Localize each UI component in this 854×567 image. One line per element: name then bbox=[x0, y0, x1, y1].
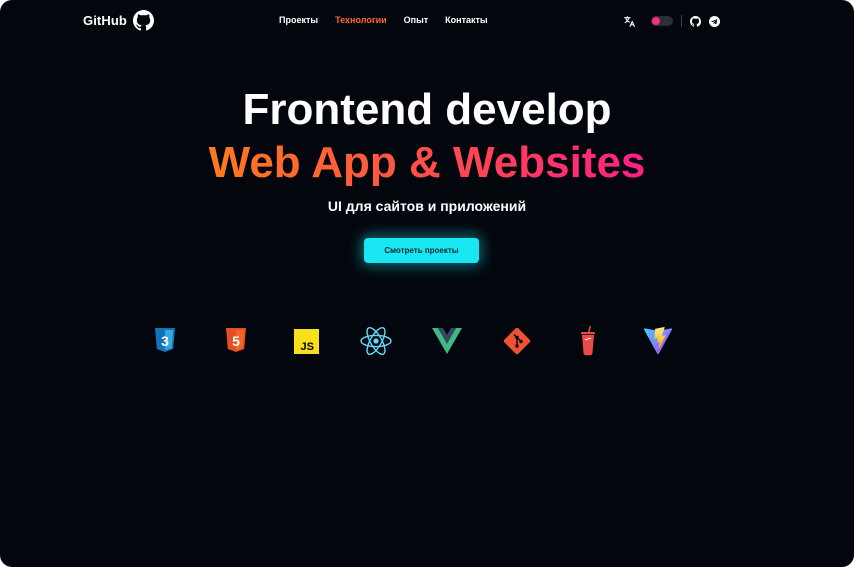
tech-stack-row: 3 5 JS bbox=[0, 323, 854, 359]
css3-icon-text: 3 bbox=[161, 333, 169, 349]
hero-gradient-title: Web App & Websites bbox=[0, 138, 854, 188]
nav-link-projects[interactable]: Проекты bbox=[279, 15, 318, 25]
logo-link[interactable]: GitHub bbox=[83, 10, 154, 31]
gulp-icon bbox=[581, 326, 595, 356]
hero-subtitle: UI для сайтов и приложений bbox=[327, 198, 527, 214]
tools-divider bbox=[681, 15, 682, 27]
tech-item-html: 5 bbox=[218, 323, 254, 359]
site-header: GitHub Проекты Технологии Опыт Контакты bbox=[0, 0, 854, 42]
hero-title: Frontend develop bbox=[242, 85, 612, 134]
app-window: GitHub Проекты Технологии Опыт Контакты bbox=[0, 0, 854, 567]
translate-icon[interactable] bbox=[623, 15, 636, 28]
view-projects-button[interactable]: Смотреть проекты bbox=[364, 238, 479, 263]
tech-item-gulp bbox=[570, 323, 606, 359]
logo-text: GitHub bbox=[83, 13, 127, 28]
vue-icon bbox=[432, 328, 462, 354]
toggle-knob bbox=[652, 17, 660, 25]
theme-toggle[interactable] bbox=[651, 16, 673, 26]
html5-icon-text: 5 bbox=[232, 333, 240, 349]
tech-item-git bbox=[499, 323, 535, 359]
vite-icon bbox=[643, 326, 673, 355]
react-icon bbox=[360, 327, 392, 355]
nav-link-technologies[interactable]: Технологии bbox=[335, 15, 387, 25]
javascript-icon: JS bbox=[293, 328, 319, 354]
javascript-icon-text: JS bbox=[300, 341, 313, 353]
nav-link-experience[interactable]: Опыт bbox=[404, 15, 429, 25]
hero-gradient-text: Web App & Websites bbox=[208, 138, 646, 187]
tech-item-react bbox=[358, 323, 394, 359]
github-logo-icon bbox=[132, 10, 154, 31]
telegram-icon[interactable] bbox=[709, 15, 720, 27]
tech-item-vite bbox=[640, 323, 676, 359]
github-icon[interactable] bbox=[690, 15, 701, 27]
tech-item-js: JS bbox=[288, 323, 324, 359]
css3-icon: 3 bbox=[155, 328, 175, 352]
git-icon bbox=[503, 327, 531, 355]
main-nav: Проекты Технологии Опыт Контакты bbox=[279, 15, 488, 25]
html5-icon: 5 bbox=[226, 328, 246, 352]
tech-item-vue bbox=[429, 323, 465, 359]
header-tools bbox=[623, 13, 720, 29]
tech-item-css: 3 bbox=[147, 323, 183, 359]
nav-link-contacts[interactable]: Контакты bbox=[445, 15, 487, 25]
